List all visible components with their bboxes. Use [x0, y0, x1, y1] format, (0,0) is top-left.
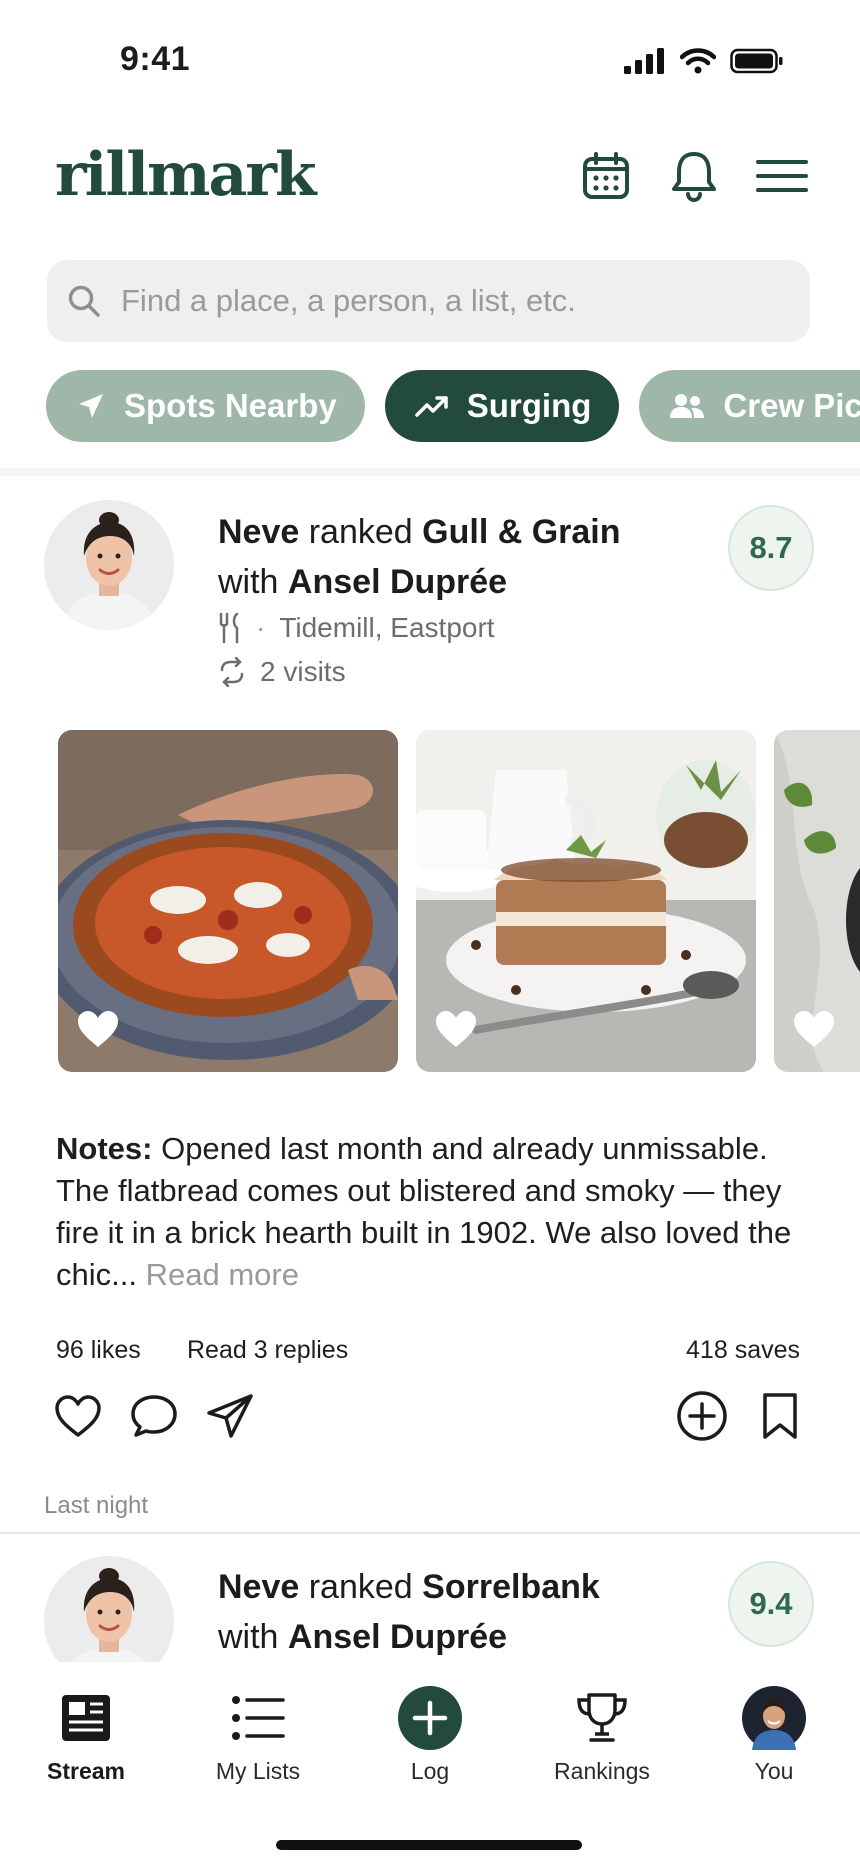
trending-up-icon — [414, 396, 448, 417]
post-place[interactable]: Gull & Grain — [422, 513, 620, 551]
tab-bar: Stream My Lists Log Rankings You — [0, 1662, 860, 1864]
newspaper-icon — [62, 1695, 110, 1741]
post-notes: Notes: Opened last month and already unm… — [56, 1128, 826, 1296]
share-icon[interactable] — [204, 1390, 256, 1442]
chip-label: Crew Picks — [723, 387, 860, 424]
tab-log[interactable]: Log — [360, 1684, 500, 1785]
utensils-icon — [219, 612, 239, 644]
tab-stream[interactable]: Stream — [16, 1684, 156, 1785]
tab-label: You — [754, 1758, 794, 1784]
header-actions — [580, 150, 808, 202]
comment-icon[interactable] — [128, 1390, 180, 1442]
status-time: 9:41 — [120, 40, 191, 78]
like-icon[interactable] — [52, 1390, 104, 1442]
tab-my-lists[interactable]: My Lists — [188, 1684, 328, 1785]
heart-icon[interactable] — [434, 1009, 478, 1054]
app-logo: rillmark — [55, 140, 317, 210]
chip-label: Spots Nearby — [124, 387, 337, 424]
score-badge: 9.4 — [728, 1561, 814, 1647]
chip-spots-nearby[interactable]: Spots Nearby — [46, 370, 365, 442]
score-badge: 8.7 — [728, 505, 814, 591]
search-icon — [68, 285, 100, 317]
chip-label: Surging — [466, 387, 592, 424]
photo-third[interactable] — [774, 730, 860, 1072]
post-headline: Neve ranked Sorrelbank with Ansel Duprée — [218, 1562, 638, 1662]
heart-icon[interactable] — [792, 1009, 836, 1054]
tab-rankings[interactable]: Rankings — [532, 1684, 672, 1785]
post-actions — [52, 1390, 812, 1442]
photo-tiramisu[interactable] — [416, 730, 756, 1072]
post-user[interactable]: Neve — [218, 513, 299, 551]
signal-icon — [624, 48, 664, 74]
photo-pizza[interactable] — [58, 730, 398, 1072]
trophy-icon — [577, 1693, 627, 1742]
post-with: with — [218, 1618, 279, 1656]
tab-you[interactable]: You — [704, 1684, 844, 1785]
post-timestamp: Last night — [44, 1492, 149, 1519]
post-verb: ranked — [308, 513, 413, 551]
chip-surging[interactable]: Surging — [384, 370, 620, 442]
list-icon — [232, 1696, 285, 1740]
section-separator — [0, 468, 860, 476]
post-with: with — [218, 563, 279, 601]
tab-label: Stream — [47, 1758, 125, 1784]
notes-label: Notes: — [56, 1131, 153, 1166]
wifi-icon — [680, 48, 716, 74]
post-verb: ranked — [308, 1568, 413, 1606]
battery-icon — [730, 48, 783, 74]
menu-icon[interactable] — [756, 150, 808, 202]
search-placeholder: Find a place, a person, a list, etc. — [121, 283, 576, 318]
profile-avatar — [742, 1686, 806, 1750]
post-visits: 2 visits — [260, 656, 346, 687]
search-input[interactable]: Find a place, a person, a list, etc. — [47, 260, 810, 342]
post-location[interactable]: Tidemill, Eastport — [279, 612, 494, 644]
read-more-link[interactable]: Read more — [146, 1257, 299, 1292]
post-companion[interactable]: Ansel Duprée — [288, 563, 507, 601]
likes-count[interactable]: 96 likes — [56, 1336, 141, 1365]
tab-label: Log — [410, 1758, 450, 1784]
post-visits-row: 2 visits — [218, 656, 346, 688]
post-companion[interactable]: Ansel Duprée — [288, 1618, 507, 1656]
people-icon — [670, 394, 705, 418]
filter-chips: Spots Nearby Surging Crew Picks — [46, 370, 860, 442]
status-icons — [624, 48, 784, 74]
replies-link[interactable]: Read 3 replies — [187, 1336, 348, 1365]
post-location-row: · Tidemill, Eastport — [218, 612, 495, 644]
calendar-icon[interactable] — [580, 150, 632, 202]
location-arrow-icon — [79, 394, 103, 418]
plus-circle-icon — [398, 1686, 462, 1750]
repeat-icon — [220, 657, 244, 687]
heart-icon[interactable] — [76, 1009, 120, 1054]
feed-post-2[interactable]: Neve ranked Sorrelbank with Ansel Duprée… — [0, 1534, 860, 1662]
post-author-avatar[interactable] — [44, 500, 174, 630]
post-user[interactable]: Neve — [218, 1568, 299, 1606]
saves-count: 418 saves — [686, 1336, 800, 1364]
post-place[interactable]: Sorrelbank — [422, 1568, 600, 1606]
tab-label: My Lists — [215, 1758, 301, 1784]
status-bar: 9:41 — [0, 0, 860, 110]
app-header: rillmark — [0, 140, 860, 220]
bookmark-icon[interactable] — [754, 1390, 806, 1442]
add-to-list-icon[interactable] — [676, 1390, 728, 1442]
post-headline: Neve ranked Gull & Grain with Ansel Dupr… — [218, 507, 638, 607]
bell-icon[interactable] — [668, 150, 720, 202]
post-author-avatar[interactable] — [44, 1556, 174, 1662]
home-indicator — [276, 1840, 582, 1850]
tab-label: Rankings — [554, 1758, 650, 1784]
photo-carousel[interactable] — [58, 730, 860, 1072]
chip-crew-picks[interactable]: Crew Picks — [639, 370, 860, 442]
